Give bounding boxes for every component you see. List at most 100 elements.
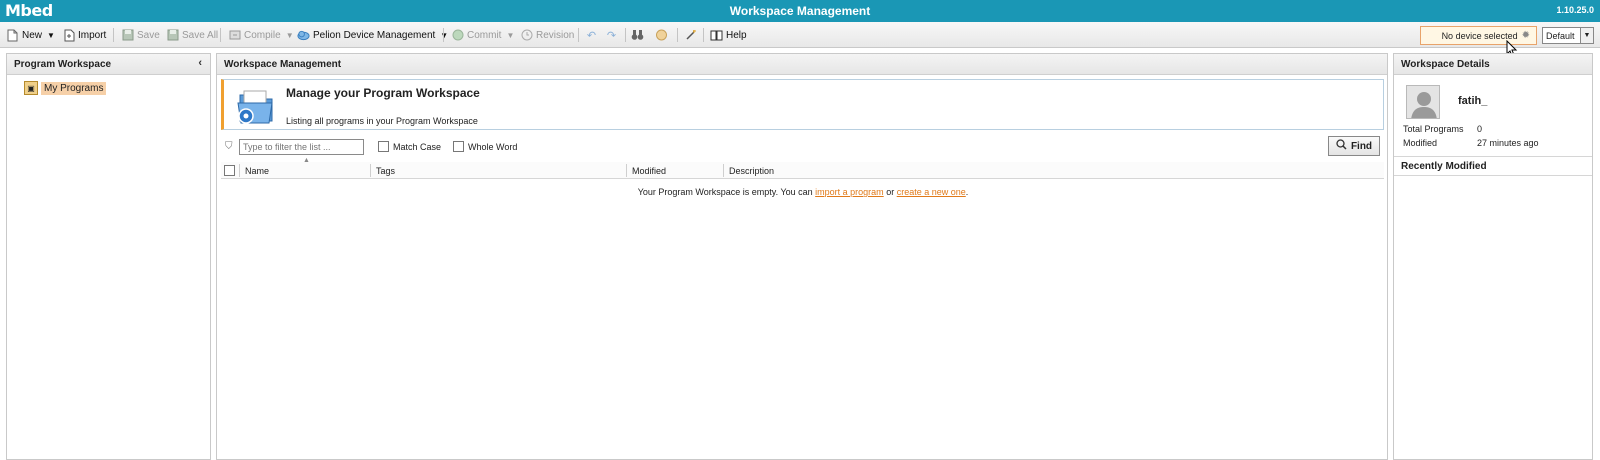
device-selector[interactable]: No device selected ✹ (1420, 26, 1537, 45)
book-icon (710, 29, 723, 42)
column-header-description[interactable]: Description (729, 166, 774, 176)
column-header-name[interactable]: Name (245, 166, 269, 176)
default-select-value: Default (1546, 30, 1575, 41)
recently-modified-label: Recently Modified (1401, 160, 1487, 172)
import-icon (62, 29, 75, 42)
format-button[interactable] (655, 27, 668, 43)
wand-button[interactable] (684, 27, 697, 43)
find-button[interactable]: Find (1328, 136, 1380, 156)
pelion-device-management-button[interactable]: Pelion Device Management ▼ (297, 27, 448, 43)
banner-title: Manage your Program Workspace (286, 86, 480, 100)
column-label: Modified (632, 166, 667, 176)
pelion-label: Pelion Device Management (313, 29, 436, 41)
workspace-folder-icon: ▣ (24, 81, 38, 95)
chevron-down-icon: ▼ (47, 30, 55, 40)
checkbox[interactable] (453, 141, 464, 152)
column-label: Description (729, 166, 775, 176)
column-label: Name (245, 166, 270, 176)
toolbar-divider (443, 28, 444, 42)
checkbox[interactable] (378, 141, 389, 152)
collapse-chevron-icon[interactable]: ‹ (198, 57, 202, 69)
chevron-down-icon: ▼ (440, 30, 449, 40)
modified-label: Modified (1403, 138, 1438, 148)
compile-button[interactable]: Compile ▼ (228, 27, 294, 43)
window-title: Workspace Management (729, 4, 871, 18)
save-label: Save (137, 29, 160, 41)
modified-row: Modified 27 minutes ago (1403, 138, 1539, 148)
create-new-program-link[interactable]: create a new one (897, 187, 966, 197)
toolbar-divider (677, 28, 678, 42)
filter-input[interactable] (239, 139, 364, 155)
panel-title: Workspace Management (224, 58, 342, 70)
chevron-down-icon: ▼ (285, 30, 294, 40)
commit-button[interactable]: Commit ▼ (451, 27, 514, 43)
program-workspace-panel: Program Workspace ‹ ▣ My Programs (6, 53, 211, 460)
modified-value: 27 minutes ago (1477, 138, 1539, 148)
save-all-label: Save All (182, 29, 219, 41)
save-button[interactable]: Save (121, 27, 160, 43)
import-label: Import (78, 29, 107, 41)
revision-button[interactable]: Revision (520, 27, 574, 43)
new-label: New (22, 29, 43, 41)
user-silhouette-icon (1407, 86, 1439, 118)
match-case-checkbox[interactable]: Match Case (378, 141, 441, 152)
find-replace-button[interactable] (631, 27, 644, 43)
empty-text: Your Program Workspace is empty. You can (637, 187, 816, 197)
search-icon (1336, 139, 1347, 153)
workspace-management-header: Workspace Management (217, 54, 1387, 75)
magic-wand-icon (684, 29, 697, 42)
toolbar-divider (578, 28, 579, 42)
commit-icon (451, 29, 464, 42)
save-all-icon (166, 29, 179, 42)
revision-icon (520, 29, 533, 42)
chevron-down-icon: ▼ (1580, 28, 1593, 43)
select-all-checkbox[interactable] (224, 165, 235, 176)
compile-icon (228, 29, 241, 42)
toolbar-divider (113, 28, 114, 42)
import-program-link[interactable]: import a program (815, 187, 884, 197)
save-all-button[interactable]: Save All (166, 27, 218, 43)
tree-item-label: My Programs (41, 81, 107, 95)
new-file-icon (6, 29, 19, 42)
import-button[interactable]: Import (62, 27, 106, 43)
column-label: Tags (376, 166, 396, 176)
column-divider (370, 164, 371, 177)
avatar (1406, 85, 1440, 119)
toolbar: New ▼ Import Save Save All Compile ▼ Pel… (0, 22, 1600, 48)
save-icon (121, 29, 134, 42)
banner-subtitle: Listing all programs in your Program Wor… (286, 116, 478, 126)
toolbar-divider (625, 28, 626, 42)
column-header-tags[interactable]: Tags (376, 166, 395, 176)
column-divider (723, 164, 724, 177)
default-select[interactable]: Default ▼ (1542, 27, 1594, 44)
toolbar-divider (703, 28, 704, 42)
workspace-details-header: Workspace Details (1394, 54, 1592, 75)
undo-button[interactable]: ↶ (585, 27, 598, 43)
new-button[interactable]: New ▼ (6, 27, 55, 43)
total-programs-label: Total Programs (1403, 124, 1464, 134)
workspace-details-panel: Workspace Details fatih_ Total Programs … (1393, 53, 1593, 460)
empty-text: . (965, 187, 969, 197)
toolbar-divider (220, 28, 221, 42)
username: fatih_ (1458, 95, 1488, 107)
tree-item-my-programs[interactable]: ▣ My Programs (24, 81, 107, 95)
whole-word-checkbox[interactable]: Whole Word (453, 141, 517, 152)
programs-table-header: Name ▲ Tags Modified Description (221, 157, 1384, 179)
column-header-modified[interactable]: Modified (632, 166, 666, 176)
revision-label: Revision (536, 29, 575, 41)
binoculars-icon (631, 29, 644, 42)
help-label: Help (726, 29, 747, 41)
workspace-banner: Manage your Program Workspace Listing al… (221, 79, 1384, 130)
help-button[interactable]: Help (710, 27, 747, 43)
whole-word-label: Whole Word (468, 141, 518, 152)
chevron-down-icon: ▼ (506, 30, 515, 40)
redo-button[interactable]: ↷ (605, 27, 618, 43)
filter-bar: ⛉ Match Case Whole Word Find (221, 136, 1384, 158)
empty-text: or (883, 187, 897, 197)
column-divider (239, 164, 240, 177)
undo-icon: ↶ (586, 29, 597, 42)
sort-ascending-icon: ▲ (303, 157, 310, 164)
recently-modified-header: Recently Modified (1394, 156, 1592, 176)
title-bar: Mbed Workspace Management 1.10.25.0 (0, 0, 1600, 22)
empty-workspace-message: Your Program Workspace is empty. You can… (217, 187, 1389, 197)
